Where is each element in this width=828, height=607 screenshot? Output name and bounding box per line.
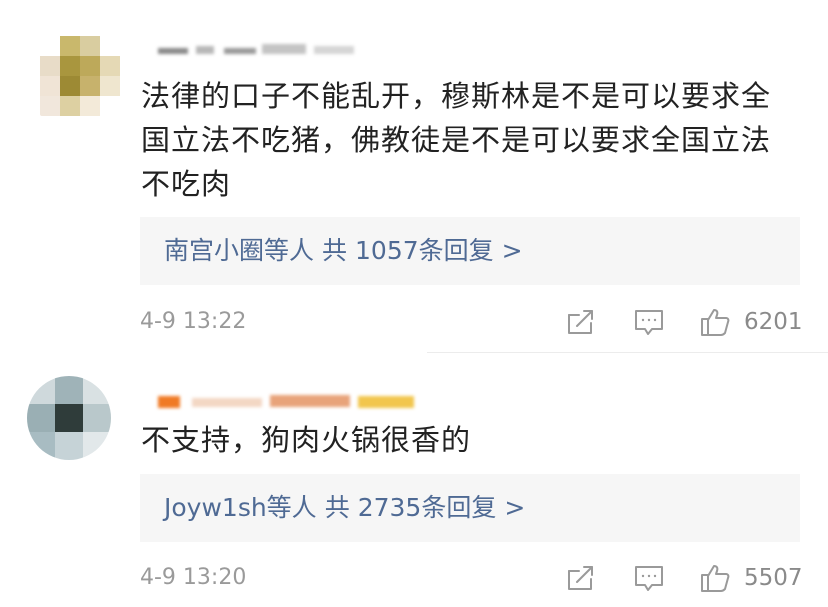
like-icon[interactable] [699, 306, 731, 338]
like-icon[interactable] [699, 562, 731, 594]
replies-link[interactable]: Joyw1sh等人共 2735条回复 > [164, 474, 533, 542]
like-count: 6201 [744, 309, 803, 335]
reply-prefix: 共 [324, 493, 350, 522]
comment-meta: 4-9 13:20 5507 [0, 558, 828, 598]
timestamp: 4-9 13:22 [140, 309, 247, 334]
avatar[interactable] [40, 36, 120, 116]
replies-link[interactable]: 南宫小圈等人共 1057条回复 > [164, 217, 531, 285]
reply-names: 南宫小圈等人 [164, 236, 315, 265]
replies-box[interactable]: 南宫小圈等人共 1057条回复 > [140, 217, 800, 285]
reply-arrow: > [504, 493, 526, 522]
reply-count: 2735 [357, 493, 422, 522]
comment-item: 法律的口子不能乱开，穆斯林是不是可以要求全 国立法不吃猪，佛教徒是不是可以要求全… [0, 0, 828, 352]
username-redacted[interactable] [158, 392, 418, 408]
share-icon[interactable] [565, 306, 597, 338]
reply-count: 1057 [355, 236, 419, 265]
share-icon[interactable] [565, 562, 597, 594]
comment-text: 不支持，狗肉火锅很香的 [141, 423, 472, 457]
comment-meta: 4-9 13:22 6201 [0, 302, 828, 342]
reply-arrow: > [501, 236, 523, 265]
reply-prefix: 共 [322, 236, 348, 265]
reply-suffix: 条回复 [418, 236, 494, 265]
reply-suffix: 条回复 [421, 493, 497, 522]
username-redacted[interactable] [158, 40, 358, 56]
timestamp: 4-9 13:20 [140, 565, 247, 590]
comment-icon[interactable] [633, 306, 665, 338]
replies-box[interactable]: Joyw1sh等人共 2735条回复 > [140, 474, 800, 542]
avatar[interactable] [27, 376, 111, 460]
reply-names: Joyw1sh等人 [164, 493, 317, 522]
comment-icon[interactable] [633, 562, 665, 594]
like-count: 5507 [744, 565, 803, 591]
comment-item: 不支持，狗肉火锅很香的 Joyw1sh等人共 2735条回复 > 4-9 13:20 [0, 352, 828, 607]
comment-text: 法律的口子不能乱开，穆斯林是不是可以要求全 国立法不吃猪，佛教徒是不是可以要求全… [141, 79, 772, 201]
